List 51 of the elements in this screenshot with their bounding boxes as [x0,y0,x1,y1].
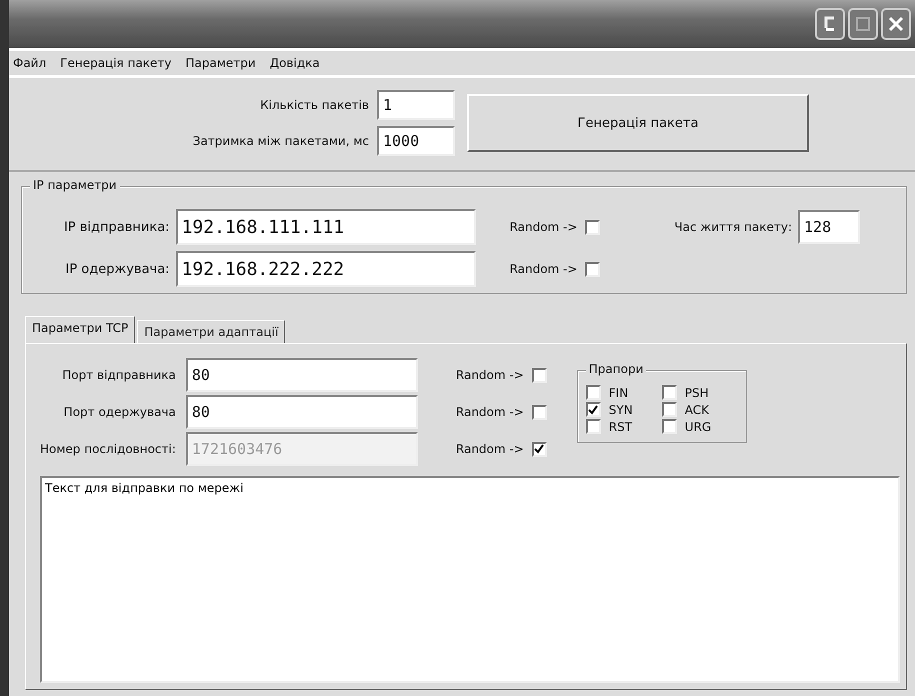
field-label: Кількість пакетів [259,98,369,112]
checkbox-label: FIN [608,386,628,400]
input-field[interactable]: 80 [186,395,418,429]
input-field[interactable]: 192.168.222.222 [176,251,476,287]
input-field[interactable]: 128 [798,210,860,244]
field-label: IP одержувача: [64,262,170,276]
menu-item[interactable]: Параметри [186,56,256,70]
checkbox[interactable] [586,402,601,417]
checkbox[interactable] [585,220,600,234]
checkbox[interactable] [662,385,677,400]
close-icon [886,14,906,34]
checkbox-label: Random -> [510,220,578,234]
checkbox-label: Random -> [456,442,524,456]
checkbox-label: Random -> [456,405,524,419]
checkbox[interactable] [586,385,601,400]
tab[interactable]: Параметри TCP [25,316,136,343]
field-label: Номер послідовності: [40,442,176,456]
checkbox-label: PSH [684,386,709,400]
input-field[interactable]: 80 [186,358,418,392]
checkbox[interactable] [662,419,677,434]
checkbox[interactable] [532,368,547,382]
menu-item[interactable]: Генерація пакету [60,56,172,70]
checkbox[interactable] [586,419,601,434]
group-title: IP параметри [30,178,120,192]
field-label: Затримка між пакетами, мс [192,134,369,148]
menu-item[interactable]: Файл [13,56,46,70]
minimize-button[interactable] [815,8,845,40]
maximize-button[interactable] [848,8,878,40]
checkbox-label: Random -> [456,368,524,382]
field-label: Час життя пакету: [674,220,792,234]
field-label: Порт одержувача [62,405,176,419]
text-area[interactable]: Текст для відправки по мережі [40,476,900,683]
tab[interactable]: Параметри адаптації [137,320,286,343]
menu-item[interactable]: Довідка [270,56,320,70]
input-field[interactable]: 192.168.111.111 [176,209,476,245]
checkbox-label: SYN [608,402,633,416]
checkbox-label: RST [608,420,632,434]
input-field[interactable]: 1000 [377,126,455,156]
checkbox-label: ACK [684,402,710,416]
checkbox[interactable] [585,262,600,276]
generate-button[interactable]: Генерація пакета [467,94,809,152]
maximize-icon [853,14,873,34]
field-label: IP відправника: [62,220,170,234]
checkbox-label: URG [684,420,712,434]
group-title: Прапори [586,362,646,376]
checkbox[interactable] [532,404,547,420]
checkbox[interactable] [662,402,677,417]
close-button[interactable] [881,8,911,40]
field-label: Порт відправника [61,368,176,382]
input-field[interactable]: 1 [377,90,455,120]
checkbox-label: Random -> [510,262,578,276]
